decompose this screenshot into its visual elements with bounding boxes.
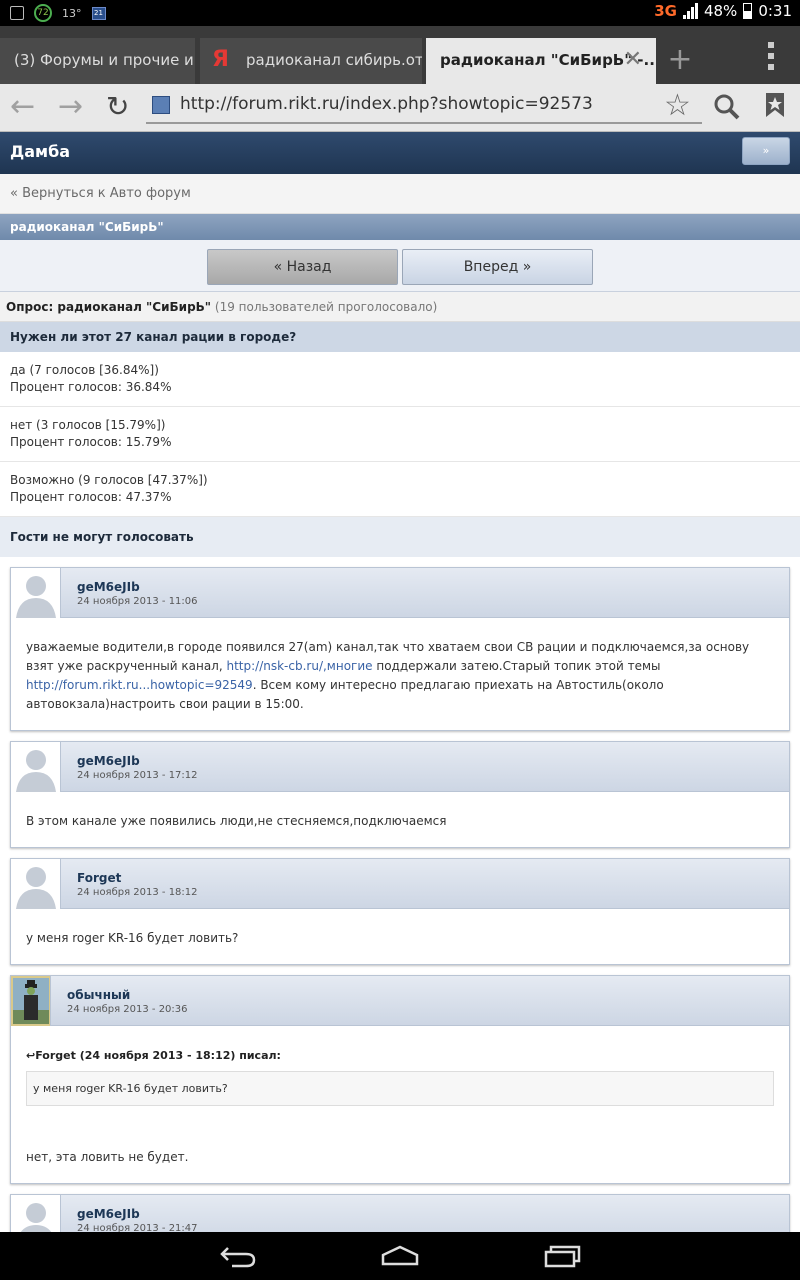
post-date: 24 ноября 2013 - 11:06	[77, 596, 198, 607]
reload-icon[interactable]: ↻	[106, 90, 129, 124]
star-bookmark-icon[interactable]: ☆	[664, 88, 691, 123]
signal-icon	[682, 3, 698, 19]
quote-header: ↩Forget (24 ноября 2013 - 18:12) писал:	[26, 1046, 774, 1065]
back-to-forum-link[interactable]: « Вернуться к Авто форум	[0, 174, 800, 214]
status-bar: 72 13° 21 3G 48% 0:31	[0, 0, 800, 26]
default-avatar-icon[interactable]	[11, 568, 61, 618]
tab-yandex-search[interactable]: Я радиоканал сибирь.отз...	[200, 38, 422, 84]
poll-option: да (7 голосов [36.84%]) Процент голосов:…	[0, 352, 800, 407]
poll-option-percent: Процент голосов: 47.37%	[10, 490, 172, 504]
back-nav-icon[interactable]	[218, 1244, 258, 1268]
topic-title: радиоканал "СиБирЬ"	[0, 214, 800, 240]
poll-option-percent: Процент голосов: 15.79%	[10, 435, 172, 449]
poll-option-answer: нет (3 голосов [15.79%])	[10, 418, 166, 432]
post-author[interactable]: geM6eJIb	[77, 1207, 140, 1221]
poll-label: Опрос: радиоканал "СиБирЬ"	[6, 300, 212, 314]
recent-apps-icon[interactable]	[542, 1244, 582, 1268]
post-author[interactable]: geM6eJIb	[77, 580, 140, 594]
post-header: geM6eJIb 24 ноября 2013 - 17:12	[11, 742, 789, 792]
post-text: поддержали затею.Старый топик этой темы	[372, 659, 661, 673]
post-body: В этом канале уже появились люди,не стес…	[26, 814, 447, 828]
post-header: geM6eJIb 24 ноября 2013 - 11:06	[11, 568, 789, 618]
forum-post: geM6eJIb 24 ноября 2013 - 11:06 уважаемы…	[10, 567, 790, 731]
post-body: ↩Forget (24 ноября 2013 - 18:12) писал: …	[11, 1026, 789, 1183]
post-link[interactable]: http://forum.rikt.ru...howtopic=92549	[26, 678, 253, 692]
forum-post: geM6eJIb 24 ноября 2013 - 21:47	[10, 1194, 790, 1232]
yandex-favicon-icon: Я	[212, 47, 229, 72]
poll-option-percent: Процент голосов: 36.84%	[10, 380, 172, 394]
battery-percent: 48%	[703, 2, 738, 20]
poll-option-answer: Возможно (9 голосов [47.37%])	[10, 473, 208, 487]
network-type: 3G	[654, 2, 677, 20]
home-nav-icon[interactable]	[380, 1244, 420, 1268]
default-avatar-icon[interactable]	[11, 1195, 61, 1232]
default-avatar-icon[interactable]	[11, 742, 61, 792]
forum-post: Forget 24 ноября 2013 - 18:12 у меня rog…	[10, 858, 790, 965]
post-header: обычный 24 ноября 2013 - 20:36	[11, 976, 789, 1026]
forum-post: обычный 24 ноября 2013 - 20:36 ↩Forget (…	[10, 975, 790, 1184]
post-author[interactable]: geM6eJIb	[77, 754, 140, 768]
post-date: 24 ноября 2013 - 17:12	[77, 770, 198, 781]
tab-active-topic[interactable]: радиоканал "СиБирЬ" -... ✕	[426, 38, 656, 84]
forum-title: Дамба	[10, 142, 71, 161]
new-tab-icon[interactable]: +	[662, 38, 698, 84]
system-nav-bar	[0, 1232, 800, 1280]
gallery-notification-icon	[10, 6, 24, 20]
search-icon[interactable]	[714, 94, 740, 120]
user-avatar-painting-icon[interactable]	[11, 976, 51, 1026]
quote-block: у меня roger KR-16 будет ловить?	[26, 1071, 774, 1106]
poll-voters: (19 пользователей проголосовало)	[214, 300, 438, 314]
weather-temperature: 13°	[62, 6, 82, 20]
web-page: Дамба » « Вернуться к Авто форум радиока…	[0, 132, 800, 1232]
poll-question: Нужен ли этот 27 канал рации в городе?	[0, 322, 800, 352]
forward-arrow-icon[interactable]: →	[58, 90, 83, 124]
post-body: у меня roger KR-16 будет ловить?	[26, 931, 239, 945]
tab-bar: (3) Форумы и прочие ин... Я радиоканал с…	[0, 26, 800, 84]
tab-forums[interactable]: (3) Форумы и прочие ин...	[0, 38, 195, 84]
notification-badge-icon: 72	[34, 4, 52, 22]
post-date: 24 ноября 2013 - 21:47	[77, 1223, 198, 1232]
poll-option-answer: да (7 голосов [36.84%])	[10, 363, 159, 377]
poll-guest-notice: Гости не могут голосовать	[0, 517, 800, 557]
header-menu-button[interactable]: »	[742, 137, 790, 165]
post-header: Forget 24 ноября 2013 - 18:12	[11, 859, 789, 909]
poll-option: Возможно (9 голосов [47.37%]) Процент го…	[0, 462, 800, 517]
forum-post: geM6eJIb 24 ноября 2013 - 17:12 В этом к…	[10, 741, 790, 848]
next-button[interactable]: Вперед »	[402, 249, 593, 285]
post-body: уважаемые водители,в городе появился 27(…	[11, 618, 789, 730]
post-date: 24 ноября 2013 - 18:12	[77, 887, 198, 898]
clock: 0:31	[758, 2, 792, 20]
overflow-menu-icon[interactable]	[768, 42, 774, 70]
posts-list: geM6eJIb 24 ноября 2013 - 11:06 уважаемы…	[0, 557, 800, 1232]
bookmarks-icon[interactable]	[764, 92, 786, 118]
post-text: нет, эта ловить не будет.	[26, 1150, 189, 1164]
site-favicon-icon	[152, 96, 170, 114]
post-link[interactable]: http://nsk-cb.ru/,многие	[226, 659, 372, 673]
back-arrow-icon[interactable]: ←	[10, 90, 35, 124]
url-field[interactable]: http://forum.rikt.ru/index.php?showtopic…	[180, 94, 593, 114]
tab-label: (3) Форумы и прочие ин...	[14, 51, 195, 69]
forum-header: Дамба »	[0, 132, 800, 174]
close-tab-icon[interactable]: ✕	[624, 38, 642, 82]
quote-author: Forget (24 ноября 2013 - 18:12) писал:	[35, 1049, 281, 1062]
url-underline	[146, 122, 702, 124]
post-date: 24 ноября 2013 - 20:36	[67, 1004, 188, 1015]
post-author[interactable]: Forget	[77, 871, 121, 885]
prev-button[interactable]: « Назад	[207, 249, 398, 285]
poll-option: нет (3 голосов [15.79%]) Процент голосов…	[0, 407, 800, 462]
post-header: geM6eJIb 24 ноября 2013 - 21:47	[11, 1195, 789, 1232]
post-author[interactable]: обычный	[67, 988, 130, 1002]
tab-label: радиоканал сибирь.отз...	[246, 51, 422, 69]
default-avatar-icon[interactable]	[11, 859, 61, 909]
pager: « Назад Вперед »	[0, 240, 800, 292]
poll-header: Опрос: радиоканал "СиБирЬ" (19 пользоват…	[0, 292, 800, 322]
battery-icon	[743, 3, 753, 19]
quote-arrow-icon: ↩	[26, 1049, 36, 1062]
address-bar: ← → ↻ http://forum.rikt.ru/index.php?sho…	[0, 84, 800, 132]
calendar-icon: 21	[91, 6, 106, 20]
